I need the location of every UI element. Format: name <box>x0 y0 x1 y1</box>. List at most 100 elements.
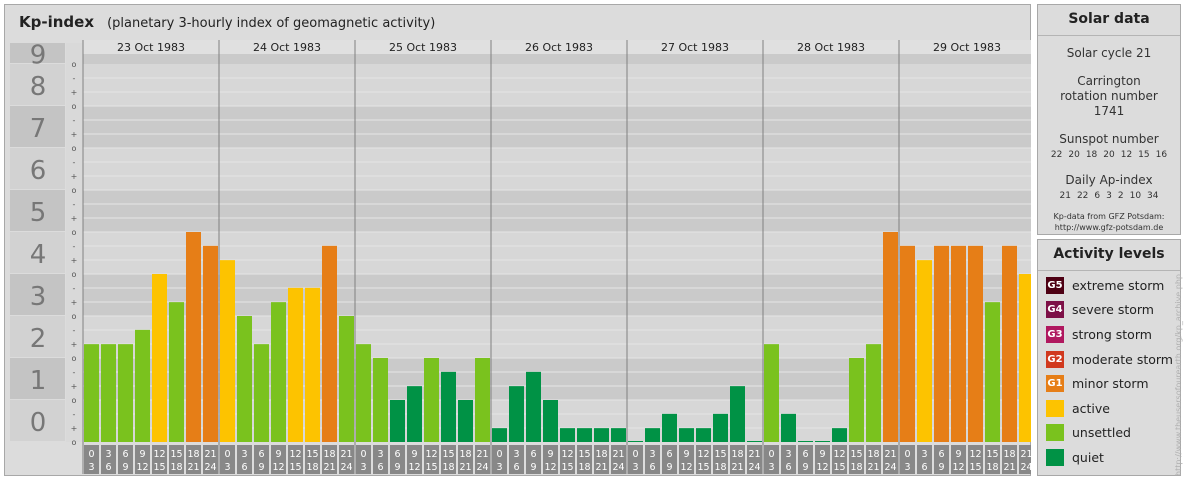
hour-end-label: 9 <box>122 462 128 473</box>
y-minor-tick: o <box>72 102 77 111</box>
y-major-tick: 0 <box>30 408 47 438</box>
sunspot-label: Sunspot number <box>1059 132 1159 146</box>
hour-end-label: 6 <box>921 462 927 473</box>
kp-bar <box>441 371 456 442</box>
hour-end-label: 12 <box>136 462 148 473</box>
y-major-tick: 2 <box>30 324 47 354</box>
hour-end-label: 24 <box>340 462 352 473</box>
plot-band <box>83 64 1031 106</box>
kp-bar <box>475 358 490 442</box>
y-major-tick: 7 <box>30 114 47 144</box>
carrington-rotation: Carrington rotation number 1741 <box>1060 74 1158 118</box>
hour-start-label: 12 <box>697 449 709 460</box>
hour-start-label: 18 <box>595 449 607 460</box>
hour-end-label: 6 <box>105 462 111 473</box>
kp-bar <box>730 386 745 442</box>
day-label: 28 Oct 1983 <box>797 41 865 54</box>
sunspot-value: 20 <box>1068 150 1080 160</box>
kp-bar <box>543 400 558 442</box>
hour-end-label: 3 <box>224 462 230 473</box>
ap-value: 3 <box>1106 191 1112 201</box>
y-minor-tick: - <box>73 326 76 335</box>
legend-swatch <box>1046 399 1064 417</box>
hour-end-label: 18 <box>986 462 998 473</box>
kp-bar <box>526 371 541 442</box>
y-major-tick: 1 <box>30 366 47 396</box>
kp-bar <box>781 413 796 442</box>
hour-start-label: 15 <box>714 449 726 460</box>
hour-end-label: 18 <box>850 462 862 473</box>
kp-bar <box>577 428 592 442</box>
kp-bar <box>696 428 711 442</box>
kp-bar <box>305 287 320 442</box>
kp-bar <box>339 316 354 442</box>
legend-item: active <box>1038 396 1180 421</box>
ap-value: 10 <box>1129 191 1142 201</box>
solar-cycle: Solar cycle 21 <box>1066 46 1152 60</box>
legend-item: G5 extreme storm <box>1038 273 1180 298</box>
day-label: 29 Oct 1983 <box>933 41 1001 54</box>
hour-end-label: 21 <box>459 462 471 473</box>
kp-bar <box>135 329 150 442</box>
hour-end-label: 15 <box>969 462 981 473</box>
hour-start-label: 0 <box>224 449 230 460</box>
hour-start-label: 0 <box>768 449 774 460</box>
hour-end-label: 21 <box>1003 462 1015 473</box>
hour-end-label: 15 <box>561 462 573 473</box>
hour-end-label: 3 <box>88 462 94 473</box>
hour-start-label: 3 <box>241 449 247 460</box>
hour-start-label: 15 <box>170 449 182 460</box>
day-label: 27 Oct 1983 <box>661 41 729 54</box>
hour-start-label: 15 <box>306 449 318 460</box>
y-minor-tick: + <box>71 298 78 307</box>
kp-bar <box>492 428 507 442</box>
kp-bar <box>628 441 643 442</box>
legend-label: quiet <box>1072 449 1104 465</box>
legend-item: quiet <box>1038 445 1180 470</box>
day-label: 23 Oct 1983 <box>117 41 185 54</box>
legend-swatch: G1 <box>1046 375 1064 393</box>
y-minor-tick: o <box>72 186 77 195</box>
y-minor-tick: + <box>71 382 78 391</box>
y-minor-tick: o <box>72 438 77 447</box>
y-minor-tick: - <box>73 242 76 251</box>
kp-bar <box>1019 274 1031 442</box>
y-minor-tick: + <box>71 340 78 349</box>
sunspot-value: 22 <box>1050 150 1063 160</box>
y-minor-tick: - <box>73 74 76 83</box>
y-major-tick: 9 <box>30 41 47 71</box>
legend-label: extreme storm <box>1072 277 1165 293</box>
kp-bar <box>900 245 915 442</box>
hour-start-label: 12 <box>289 449 301 460</box>
kp-bar <box>254 344 269 442</box>
hour-start-label: 21 <box>748 449 760 460</box>
day-label: 24 Oct 1983 <box>253 41 321 54</box>
kp-bar <box>611 428 626 442</box>
hour-end-label: 12 <box>816 462 828 473</box>
hour-start-label: 21 <box>612 449 624 460</box>
kp-bar <box>424 358 439 442</box>
kp-bar <box>407 386 422 442</box>
hour-start-label: 18 <box>459 449 471 460</box>
hour-start-label: 18 <box>731 449 743 460</box>
legend-swatch: G4 <box>1046 301 1064 319</box>
hour-start-label: 3 <box>513 449 519 460</box>
kp-bar <box>917 260 932 442</box>
kp-bar <box>815 441 830 442</box>
kp-bar-chart: 0123456789o+-o+-o+-o+-o+-o+-o+-o+-o+-o23… <box>10 40 1031 474</box>
ap-value: 22 <box>1076 191 1089 201</box>
kp-bar <box>288 287 303 442</box>
legend-label: moderate storm <box>1072 351 1173 367</box>
ap-value: 34 <box>1147 191 1159 201</box>
kp-bar <box>509 386 524 442</box>
legend-swatch: G3 <box>1046 325 1064 343</box>
chart-subtitle: (planetary 3-hourly index of geomagnetic… <box>107 16 436 31</box>
chart-header: Kp-index (planetary 3-hourly index of ge… <box>9 9 435 35</box>
sunspot-value: 20 <box>1103 150 1115 160</box>
hour-start-label: 0 <box>496 449 502 460</box>
y-minor-tick: - <box>73 116 76 125</box>
hour-start-label: 21 <box>884 449 896 460</box>
kp-bar <box>934 245 949 442</box>
kp-bar <box>84 344 99 442</box>
hour-start-label: 18 <box>867 449 879 460</box>
